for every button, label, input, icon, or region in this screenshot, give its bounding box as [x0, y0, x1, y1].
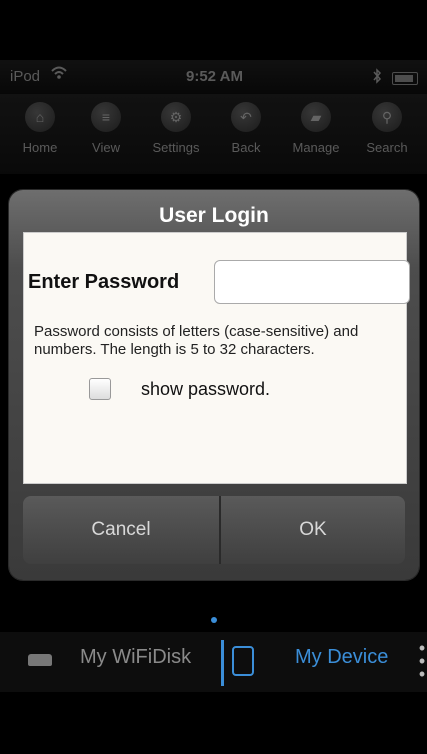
cancel-button[interactable]: Cancel: [23, 496, 219, 564]
ok-button[interactable]: OK: [221, 496, 405, 564]
more-menu-icon[interactable]: • • •: [418, 639, 426, 683]
password-hint: Password consists of letters (case-sensi…: [34, 323, 359, 358]
bottom-blank-area: [0, 692, 427, 754]
login-dialog: User Login Enter Password Password consi…: [9, 190, 419, 580]
device-icon[interactable]: [232, 646, 254, 676]
tab-my-wifidisk[interactable]: My WiFiDisk: [80, 646, 191, 669]
show-password-label: show password.: [141, 379, 271, 399]
top-blank-area: [0, 0, 427, 60]
tab-my-device[interactable]: My Device: [295, 646, 388, 669]
dialog-body: Enter Password Password consists of lett…: [23, 232, 410, 484]
password-input[interactable]: [214, 260, 410, 304]
show-password-checkbox[interactable]: [89, 378, 111, 400]
password-label: Enter Password: [28, 271, 180, 293]
bottom-tab-bar: My WiFiDisk My Device • • •: [0, 632, 427, 692]
wifi-disk-icon[interactable]: [28, 654, 52, 666]
dialog-title: User Login: [159, 204, 269, 227]
tab-divider: [221, 640, 224, 686]
page-indicator-dot: [211, 617, 217, 623]
